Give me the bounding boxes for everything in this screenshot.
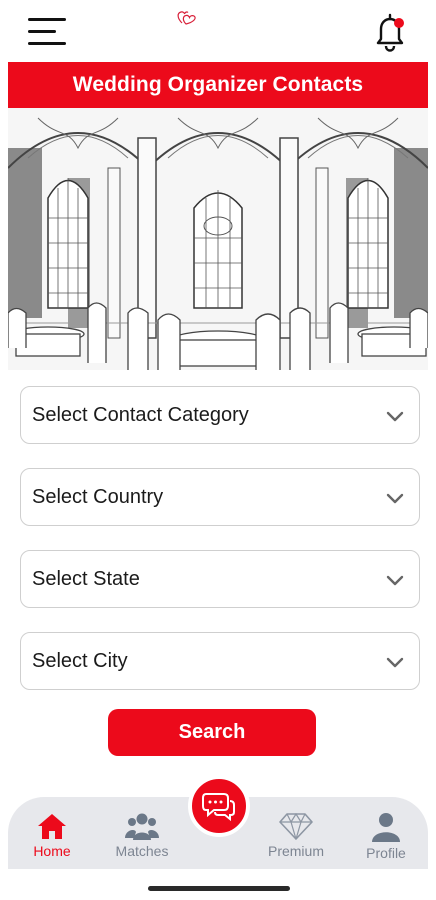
nav-label-matches: Matches bbox=[115, 843, 169, 859]
state-label: Select State bbox=[32, 567, 140, 590]
nav-item-premium[interactable]: Premium bbox=[256, 812, 336, 864]
top-bar bbox=[0, 0, 436, 62]
city-select[interactable]: Select City bbox=[20, 632, 420, 690]
profile-icon bbox=[372, 813, 400, 842]
hamburger-menu-icon[interactable] bbox=[28, 16, 68, 48]
nav-label-profile: Profile bbox=[366, 845, 406, 861]
wedding-hall-illustration bbox=[8, 108, 428, 370]
search-button[interactable]: Search bbox=[108, 709, 316, 756]
contact-category-label: Select Contact Category bbox=[32, 403, 249, 426]
notification-dot bbox=[394, 18, 404, 28]
chat-bubbles-icon bbox=[202, 793, 235, 822]
bell-icon[interactable] bbox=[370, 12, 410, 54]
nav-item-profile[interactable]: Profile bbox=[346, 812, 426, 864]
matches-icon bbox=[125, 813, 159, 840]
city-label: Select City bbox=[32, 649, 128, 672]
country-label: Select Country bbox=[32, 485, 164, 508]
nav-label-home: Home bbox=[33, 843, 71, 859]
chevron-down-icon bbox=[386, 575, 404, 586]
nav-item-matches[interactable]: Matches bbox=[102, 812, 182, 864]
chevron-down-icon bbox=[386, 493, 404, 504]
nav-label-premium: Premium bbox=[267, 843, 324, 859]
chevron-down-icon bbox=[386, 411, 404, 422]
country-select[interactable]: Select Country bbox=[20, 468, 420, 526]
home-indicator[interactable] bbox=[148, 886, 290, 891]
page-title: Wedding Organizer Contacts bbox=[8, 62, 428, 108]
chevron-down-icon bbox=[386, 657, 404, 668]
nav-item-home[interactable]: Home bbox=[12, 812, 92, 864]
hearts-logo-icon bbox=[177, 11, 196, 25]
diamond-icon bbox=[279, 812, 313, 840]
chat-button[interactable] bbox=[188, 775, 250, 837]
contact-category-select[interactable]: Select Contact Category bbox=[20, 386, 420, 444]
home-icon bbox=[38, 814, 66, 839]
state-select[interactable]: Select State bbox=[20, 550, 420, 608]
